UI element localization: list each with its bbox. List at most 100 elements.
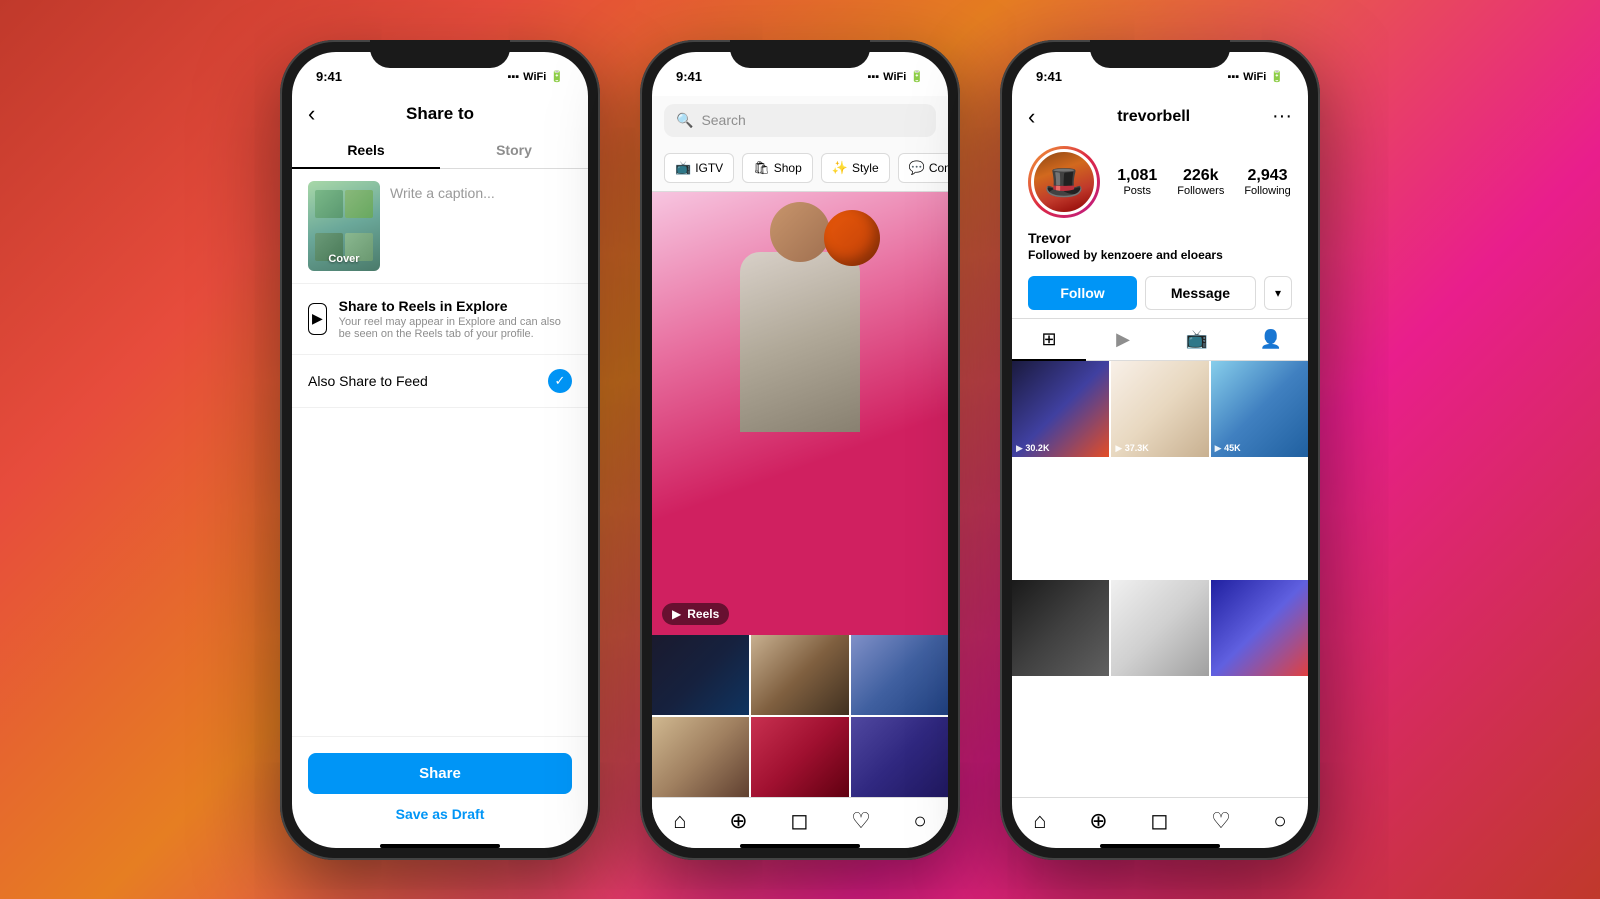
photo-cell-4[interactable]	[1012, 580, 1109, 677]
category-shop[interactable]: 🛍 Shop	[742, 153, 813, 183]
follower1[interactable]: kenzoere	[1101, 248, 1153, 262]
time-2: 9:41	[676, 69, 702, 84]
pnav-tagged[interactable]: 👤	[1234, 319, 1308, 360]
wifi-icon: WiFi	[523, 71, 546, 83]
follower2[interactable]: eloears	[1181, 248, 1223, 262]
avatar: 🎩	[1028, 146, 1100, 218]
tab-story[interactable]: Story	[440, 132, 588, 168]
nav-profile-2[interactable]: ○	[913, 808, 926, 834]
time-1: 9:41	[316, 69, 342, 84]
username-label: trevorbell	[1117, 108, 1190, 126]
search-icon: 🔍	[676, 112, 693, 129]
categories-row: 📺 IGTV 🛍 Shop ✨ Style 💬 Comics 🎬 T	[652, 145, 948, 192]
profile-back-button[interactable]: ‹	[1028, 104, 1035, 130]
reels-badge: ▶ Reels	[662, 603, 729, 625]
share-button[interactable]: Share	[308, 753, 572, 794]
more-options-icon[interactable]: ···	[1272, 105, 1292, 128]
followed-by-label: Followed by	[1028, 248, 1097, 262]
time-3: 9:41	[1036, 69, 1062, 84]
igtv-label: IGTV	[695, 161, 723, 175]
battery-icon-2: 🔋	[910, 70, 924, 83]
phone1-footer: Share Save as Draft	[292, 736, 588, 838]
category-igtv[interactable]: 📺 IGTV	[664, 153, 734, 183]
profile-buttons: Follow Message ▾	[1012, 268, 1308, 318]
and-separator: and	[1156, 248, 1181, 262]
reels-feature-area[interactable]: ▶ Reels	[652, 192, 948, 635]
explore-subtitle: Your reel may appear in Explore and can …	[339, 316, 572, 340]
thumb-1[interactable]	[652, 635, 749, 715]
photo-cell-5[interactable]	[1111, 580, 1208, 677]
dropdown-button[interactable]: ▾	[1264, 276, 1292, 310]
share-to-explore-option[interactable]: ▶ Share to Reels in Explore Your reel ma…	[292, 284, 588, 355]
explore-title: Share to Reels in Explore	[339, 298, 572, 314]
profile-stats: 1,081 Posts 226k Followers 2,943 Followi…	[1116, 167, 1292, 197]
signal-icon-3: ▪▪▪	[1227, 71, 1239, 83]
nav-search-3[interactable]: ⊕	[1089, 808, 1107, 834]
also-share-check[interactable]: ✓	[548, 369, 572, 393]
posts-label: Posts	[1117, 185, 1157, 197]
thumb-3[interactable]	[851, 635, 948, 715]
category-style[interactable]: ✨ Style	[821, 153, 890, 183]
also-share-row[interactable]: Also Share to Feed ✓	[292, 355, 588, 408]
reels-option-icon: ▶	[308, 303, 327, 335]
photo-grid: ▶ 30.2K ▶ 37.3K ▶ 45K	[1012, 361, 1308, 797]
cover-thumbnail[interactable]: Cover	[308, 181, 380, 271]
notch-2	[730, 40, 870, 68]
follow-button[interactable]: Follow	[1028, 276, 1137, 310]
back-button[interactable]: ‹	[308, 101, 315, 127]
nav-add-2[interactable]: ◻	[790, 808, 808, 834]
wifi-icon-3: WiFi	[1243, 71, 1266, 83]
save-draft-button[interactable]: Save as Draft	[308, 806, 572, 822]
style-icon: ✨	[832, 160, 848, 176]
nav-heart-3[interactable]: ♡	[1211, 808, 1231, 834]
tabs: Reels Story	[292, 132, 588, 169]
battery-icon-3: 🔋	[1270, 70, 1284, 83]
nav-add-3[interactable]: ◻	[1150, 808, 1168, 834]
photo-cell-2[interactable]: ▶ 37.3K	[1111, 361, 1208, 458]
profile-header: ‹ trevorbell ···	[1012, 96, 1308, 138]
caption-area: Cover Write a caption...	[292, 169, 588, 284]
profile-actions: ···	[1272, 105, 1292, 128]
status-icons-2: ▪▪▪ WiFi 🔋	[867, 70, 924, 83]
reels-badge-label: Reels	[687, 607, 719, 621]
signal-icon-2: ▪▪▪	[867, 71, 879, 83]
profile-info: 🎩 1,081 Posts 226k Followers 2,943 Follo…	[1012, 138, 1308, 226]
thumb-2[interactable]	[751, 635, 848, 715]
photo-cell-6[interactable]	[1211, 580, 1308, 677]
category-comics[interactable]: 💬 Comics	[898, 153, 948, 183]
share-title: Share to	[406, 104, 474, 124]
play-icon-1: ▶ 30.2K	[1016, 443, 1049, 454]
pnav-igtv[interactable]: 📺	[1160, 319, 1234, 360]
photo-cell-1[interactable]: ▶ 30.2K	[1012, 361, 1109, 458]
thumb-5[interactable]	[751, 717, 848, 797]
avatar-image: 🎩	[1044, 163, 1084, 201]
home-bar-2	[740, 844, 860, 848]
message-button[interactable]: Message	[1145, 276, 1256, 310]
nav-search-2[interactable]: ⊕	[729, 808, 747, 834]
stat-2: 37.3K	[1125, 443, 1149, 453]
nav-home-3[interactable]: ⌂	[1033, 808, 1046, 834]
pnav-reels[interactable]: ▶	[1086, 319, 1160, 360]
phone-3: 9:41 ▪▪▪ WiFi 🔋 ‹ trevorbell ··· 🎩	[1000, 40, 1320, 860]
photo-cell-3[interactable]: ▶ 45K	[1211, 361, 1308, 458]
followers-stat[interactable]: 226k Followers	[1177, 167, 1224, 197]
notch-1	[370, 40, 510, 68]
caption-input[interactable]: Write a caption...	[390, 181, 572, 271]
style-label: Style	[852, 161, 879, 175]
stat-1: 30.2K	[1025, 443, 1049, 453]
tab-reels[interactable]: Reels	[292, 132, 440, 168]
following-stat[interactable]: 2,943 Following	[1244, 167, 1290, 197]
play-icon-3: ▶ 45K	[1215, 443, 1241, 454]
nav-home-2[interactable]: ⌂	[673, 808, 686, 834]
following-label: Following	[1244, 185, 1290, 197]
avatar-inner: 🎩	[1031, 149, 1097, 215]
search-bar[interactable]: 🔍 Search	[664, 104, 936, 137]
pnav-grid[interactable]: ⊞	[1012, 319, 1086, 360]
thumb-4[interactable]	[652, 717, 749, 797]
thumb-6[interactable]	[851, 717, 948, 797]
nav-heart-2[interactable]: ♡	[851, 808, 871, 834]
igtv-icon: 📺	[675, 160, 691, 176]
bottom-nav-3: ⌂ ⊕ ◻ ♡ ○	[1012, 797, 1308, 838]
notch-3	[1090, 40, 1230, 68]
nav-profile-3[interactable]: ○	[1273, 808, 1286, 834]
